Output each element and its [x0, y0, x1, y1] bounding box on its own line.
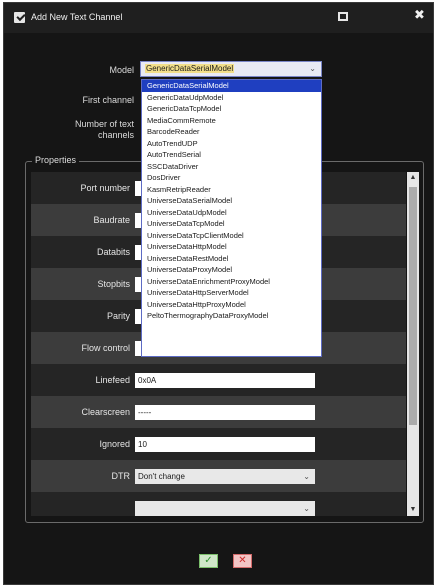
properties-scrollbar[interactable]: ▲ ▼ [407, 172, 419, 516]
close-icon[interactable]: ✖ [414, 9, 425, 23]
checkbox-edit-icon [14, 12, 25, 23]
dropdown-option[interactable]: PeltoThermographyDataProxyModel [142, 310, 321, 322]
property-input[interactable]: 10 [135, 437, 315, 452]
first-channel-label: First channel [82, 95, 134, 105]
number-of-channels-label-line2: channels [97, 130, 134, 140]
ok-button[interactable]: ✓ [199, 554, 218, 568]
property-input[interactable]: ----- [135, 405, 315, 420]
add-text-channel-dialog: Add New Text Channel ✖ Model GenericData… [3, 2, 434, 585]
number-of-channels-label-line1: Number of text [74, 119, 134, 129]
cancel-button[interactable]: ✕ [233, 554, 252, 568]
dropdown-option[interactable]: DosDriver [142, 172, 321, 184]
property-select-value: Don't change [138, 472, 185, 481]
dropdown-option[interactable]: BarcodeReader [142, 126, 321, 138]
dropdown-option[interactable]: UniverseDataHttpServerModel [142, 287, 321, 299]
property-label: Ignored [99, 439, 130, 449]
property-label: Flow control [81, 343, 130, 353]
dropdown-option[interactable]: GenericDataSerialModel [142, 80, 321, 92]
chevron-down-icon: ⌄ [303, 504, 310, 513]
title-bar: Add New Text Channel ✖ [4, 3, 433, 33]
property-label: DTR [111, 471, 131, 481]
restore-icon[interactable] [338, 12, 348, 21]
property-label: Clearscreen [81, 407, 130, 417]
dropdown-option[interactable]: KasmRetripReader [142, 184, 321, 196]
model-dropdown-list: GenericDataSerialModel GenericDataUdpMode… [141, 79, 322, 357]
property-row: Ignored 10 [31, 428, 406, 460]
dropdown-option[interactable]: MediaCommRemote [142, 115, 321, 127]
dropdown-option[interactable]: UniverseDataHttpProxyModel [142, 299, 321, 311]
scroll-up-icon[interactable]: ▲ [407, 172, 419, 184]
property-row: ⌄ [31, 492, 406, 516]
scrollbar-thumb[interactable] [409, 187, 417, 425]
chevron-down-icon: ⌄ [309, 64, 316, 73]
property-input[interactable]: 0x0A [135, 373, 315, 388]
properties-legend: Properties [32, 155, 80, 165]
property-label: Stopbits [97, 279, 130, 289]
dropdown-option[interactable]: UniverseDataSerialModel [142, 195, 321, 207]
property-select[interactable]: ⌄ [135, 501, 315, 516]
dropdown-option[interactable]: UniverseDataProxyModel [142, 264, 321, 276]
property-label: Databits [96, 247, 130, 257]
scroll-down-icon[interactable]: ▼ [407, 504, 419, 516]
property-label: Baudrate [93, 215, 130, 225]
property-select[interactable]: Don't change ⌄ [135, 469, 315, 484]
property-row: Linefeed 0x0A [31, 364, 406, 396]
dropdown-option[interactable]: AutoTrendUDP [142, 138, 321, 150]
model-select[interactable]: GenericDataSerialModel ⌄ [140, 61, 322, 77]
property-row: Clearscreen ----- [31, 396, 406, 428]
dropdown-option[interactable]: GenericDataTcpModel [142, 103, 321, 115]
chevron-down-icon: ⌄ [303, 472, 310, 481]
property-row: DTR Don't change ⌄ [31, 460, 406, 492]
dropdown-option[interactable]: UniverseDataEnrichmentProxyModel [142, 276, 321, 288]
dropdown-option[interactable]: UniverseDataHttpModel [142, 241, 321, 253]
dropdown-option[interactable]: GenericDataUdpModel [142, 92, 321, 104]
property-label: Port number [80, 183, 130, 193]
model-select-value: GenericDataSerialModel [145, 64, 235, 73]
dropdown-option[interactable]: UniverseDataTcpClientModel [142, 230, 321, 242]
dropdown-option[interactable]: UniverseDataUdpModel [142, 207, 321, 219]
dropdown-option[interactable]: AutoTrendSerial [142, 149, 321, 161]
dropdown-option[interactable]: UniverseDataRestModel [142, 253, 321, 265]
dropdown-option[interactable]: SSCDataDriver [142, 161, 321, 173]
dialog-title: Add New Text Channel [31, 12, 123, 22]
property-label: Linefeed [95, 375, 130, 385]
property-label: Parity [106, 311, 130, 321]
dropdown-option[interactable]: UniverseDataTcpModel [142, 218, 321, 230]
model-label: Model [109, 65, 134, 75]
